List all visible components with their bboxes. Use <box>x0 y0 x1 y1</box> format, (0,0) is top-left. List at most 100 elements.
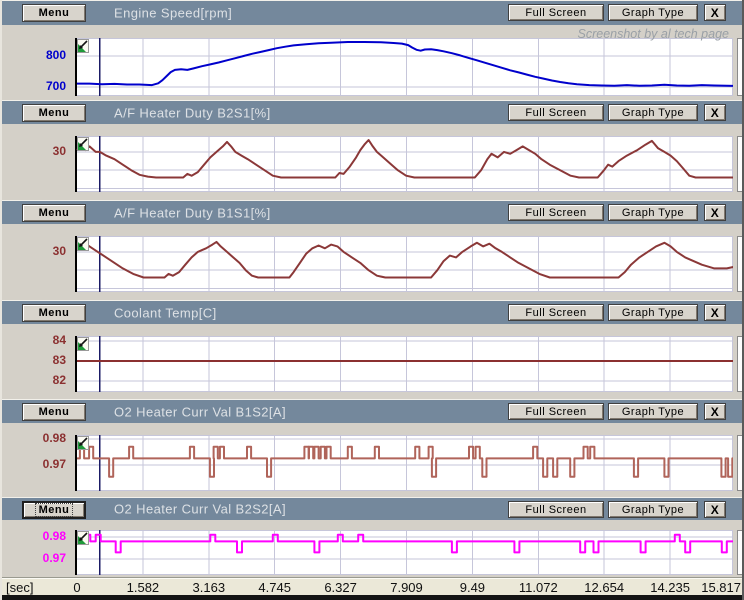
menu-button-a-f-heater-duty-b1s1[interactable]: Menu <box>22 204 86 222</box>
watermark-text: Screenshot by al tech page <box>578 27 730 41</box>
close-button-o2-heater-curr-val-b2s2-a-label: X <box>711 503 720 517</box>
full-screen-button-o2-heater-curr-val-b2s2-a-label: Full Screen <box>525 504 586 516</box>
plot-engine-speed-rpm[interactable] <box>75 38 733 96</box>
time-tick-3: 4.745 <box>258 580 291 595</box>
graph-type-button-engine-speed-rpm-label: Graph Type <box>622 7 684 19</box>
plot-coolant-temp-c[interactable] <box>75 336 733 392</box>
ytick-o2-heater-curr-val-b1s2-a-0: 0.98 <box>2 431 66 445</box>
start-flag-icon <box>77 237 89 251</box>
panel-resize-strip-a-f-heater-duty-b2s1[interactable] <box>737 136 744 192</box>
menu-button-coolant-temp-c[interactable]: Menu <box>22 304 86 322</box>
ytick-a-f-heater-duty-b1s1-0: 30 <box>2 244 66 258</box>
close-button-engine-speed-rpm-label: X <box>711 6 720 20</box>
menu-button-coolant-temp-c-label: Menu <box>39 307 70 319</box>
close-button-a-f-heater-duty-b2s1-label: X <box>711 106 720 120</box>
time-tick-5: 7.909 <box>390 580 423 595</box>
close-button-a-f-heater-duty-b2s1[interactable]: X <box>704 104 726 121</box>
close-button-a-f-heater-duty-b1s1[interactable]: X <box>704 204 726 221</box>
graph-type-button-coolant-temp-c-label: Graph Type <box>622 307 684 319</box>
menu-button-engine-speed-rpm-label: Menu <box>39 7 70 19</box>
panel-resize-strip-engine-speed-rpm[interactable] <box>737 38 744 96</box>
bottom-bar <box>2 595 742 600</box>
menu-button-o2-heater-curr-val-b2s2-a-label: Menu <box>36 504 73 516</box>
close-button-engine-speed-rpm[interactable]: X <box>704 4 726 21</box>
graph-type-button-a-f-heater-duty-b1s1[interactable]: Graph Type <box>608 204 698 221</box>
full-screen-button-o2-heater-curr-val-b2s2-a[interactable]: Full Screen <box>508 501 604 518</box>
close-button-coolant-temp-c-label: X <box>711 306 720 320</box>
plot-o2-heater-curr-val-b2s2-a[interactable] <box>75 530 733 575</box>
full-screen-button-o2-heater-curr-val-b1s2-a-label: Full Screen <box>525 406 586 418</box>
ytick-coolant-temp-c-2: 82 <box>2 373 66 387</box>
menu-button-o2-heater-curr-val-b1s2-a-label: Menu <box>39 406 70 418</box>
full-screen-button-a-f-heater-duty-b1s1[interactable]: Full Screen <box>508 204 604 221</box>
panel-header-engine-speed-rpm: Menu Engine Speed[rpm] Full Screen Graph Ty… <box>2 0 742 25</box>
full-screen-button-coolant-temp-c[interactable]: Full Screen <box>508 304 604 321</box>
menu-button-a-f-heater-duty-b2s1[interactable]: Menu <box>22 104 86 122</box>
ytick-o2-heater-curr-val-b2s2-a-1: 0.97 <box>2 551 66 565</box>
time-tick-8: 12.654 <box>584 580 624 595</box>
start-flag-icon <box>77 137 89 151</box>
time-tick-1: 1.582 <box>127 580 160 595</box>
menu-button-o2-heater-curr-val-b1s2-a[interactable]: Menu <box>22 403 86 421</box>
ytick-o2-heater-curr-val-b1s2-a-1: 0.97 <box>2 457 66 471</box>
close-button-coolant-temp-c[interactable]: X <box>704 304 726 321</box>
graph-type-button-o2-heater-curr-val-b1s2-a-label: Graph Type <box>622 406 684 418</box>
start-flag-icon <box>77 436 89 450</box>
start-flag-icon <box>77 531 89 545</box>
panel-header-a-f-heater-duty-b1s1: Menu A/F Heater Duty B1S1[%] Full Screen Gr… <box>2 200 742 224</box>
panel-resize-strip-o2-heater-curr-val-b2s2-a[interactable] <box>737 530 744 575</box>
full-screen-button-a-f-heater-duty-b1s1-label: Full Screen <box>525 207 586 219</box>
panel-title-o2-heater-curr-val-b2s2-a: O2 Heater Curr Val B2S2[A] <box>114 502 286 517</box>
graph-type-button-a-f-heater-duty-b2s1-label: Graph Type <box>622 107 684 119</box>
graph-type-button-o2-heater-curr-val-b2s2-a-label: Graph Type <box>622 504 684 516</box>
ytick-coolant-temp-c-0: 84 <box>2 333 66 347</box>
plot-a-f-heater-duty-b1s1[interactable] <box>75 236 733 292</box>
graph-type-button-o2-heater-curr-val-b2s2-a[interactable]: Graph Type <box>608 501 698 518</box>
full-screen-button-o2-heater-curr-val-b1s2-a[interactable]: Full Screen <box>508 403 604 420</box>
panel-title-coolant-temp-c: Coolant Temp[C] <box>114 305 217 320</box>
panel-header-o2-heater-curr-val-b1s2-a: Menu O2 Heater Curr Val B1S2[A] Full Scree… <box>2 399 742 423</box>
panel-resize-strip-o2-heater-curr-val-b1s2-a[interactable] <box>737 435 744 491</box>
diagnostic-graph-window: LC200 (URJ202-) a'12 (1UR-FE) Screenshot… <box>0 0 744 600</box>
menu-button-engine-speed-rpm[interactable]: Menu <box>22 4 86 22</box>
menu-button-o2-heater-curr-val-b2s2-a[interactable]: Menu <box>22 501 86 519</box>
close-button-o2-heater-curr-val-b1s2-a[interactable]: X <box>704 403 726 420</box>
full-screen-button-engine-speed-rpm-label: Full Screen <box>525 7 586 19</box>
ytick-a-f-heater-duty-b2s1-0: 30 <box>2 144 66 158</box>
graph-type-button-o2-heater-curr-val-b1s2-a[interactable]: Graph Type <box>608 403 698 420</box>
time-tick-10: 15.817 <box>701 580 741 595</box>
panel-resize-strip-a-f-heater-duty-b1s1[interactable] <box>737 236 744 292</box>
panel-resize-strip-coolant-temp-c[interactable] <box>737 336 744 392</box>
plot-a-f-heater-duty-b2s1[interactable] <box>75 136 733 192</box>
graph-type-button-coolant-temp-c[interactable]: Graph Type <box>608 304 698 321</box>
menu-button-a-f-heater-duty-b1s1-label: Menu <box>39 207 70 219</box>
time-tick-6: 9.49 <box>460 580 485 595</box>
panel-title-o2-heater-curr-val-b1s2-a: O2 Heater Curr Val B1S2[A] <box>114 404 286 419</box>
full-screen-button-engine-speed-rpm[interactable]: Full Screen <box>508 4 604 21</box>
full-screen-button-a-f-heater-duty-b2s1-label: Full Screen <box>525 107 586 119</box>
close-button-a-f-heater-duty-b1s1-label: X <box>711 206 720 220</box>
time-tick-0: 0 <box>73 580 80 595</box>
start-flag-icon <box>77 39 89 53</box>
full-screen-button-a-f-heater-duty-b2s1[interactable]: Full Screen <box>508 104 604 121</box>
panel-title-a-f-heater-duty-b2s1: A/F Heater Duty B2S1[%] <box>114 105 271 120</box>
graph-type-button-engine-speed-rpm[interactable]: Graph Type <box>608 4 698 21</box>
panel-title-a-f-heater-duty-b1s1: A/F Heater Duty B1S1[%] <box>114 205 271 220</box>
time-axis: [sec] 01.5823.1634.7456.3277.9099.4911.0… <box>2 577 742 596</box>
close-button-o2-heater-curr-val-b1s2-a-label: X <box>711 405 720 419</box>
time-tick-7: 11.072 <box>519 580 558 595</box>
panel-header-o2-heater-curr-val-b2s2-a: Menu O2 Heater Curr Val B2S2[A] Full Scree… <box>2 497 742 520</box>
time-tick-2: 3.163 <box>193 580 226 595</box>
full-screen-button-coolant-temp-c-label: Full Screen <box>525 307 586 319</box>
panel-title-engine-speed-rpm: Engine Speed[rpm] <box>114 6 232 21</box>
panel-header-a-f-heater-duty-b2s1: Menu A/F Heater Duty B2S1[%] Full Screen Gr… <box>2 100 742 124</box>
ytick-engine-speed-rpm-1: 700 <box>2 79 66 93</box>
graph-type-button-a-f-heater-duty-b1s1-label: Graph Type <box>622 207 684 219</box>
ytick-engine-speed-rpm-0: 800 <box>2 48 66 62</box>
ytick-coolant-temp-c-1: 83 <box>2 353 66 367</box>
plot-o2-heater-curr-val-b1s2-a[interactable] <box>75 435 733 491</box>
graph-type-button-a-f-heater-duty-b2s1[interactable]: Graph Type <box>608 104 698 121</box>
time-tick-4: 6.327 <box>324 580 357 595</box>
ytick-o2-heater-curr-val-b2s2-a-0: 0.98 <box>2 529 66 543</box>
close-button-o2-heater-curr-val-b2s2-a[interactable]: X <box>704 501 726 518</box>
